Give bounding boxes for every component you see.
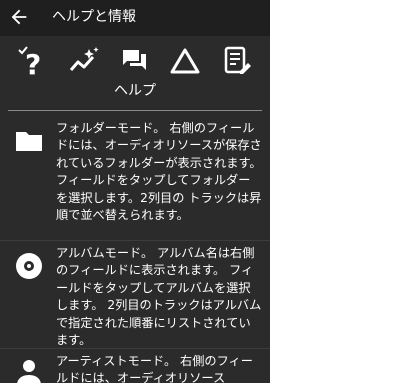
entry-text: アルバムモード。 アルバム名は右側のフィールドに表示されます。 フィールドをタッ… bbox=[56, 246, 262, 348]
manual-button[interactable] bbox=[220, 44, 254, 78]
help-toolbar: ? bbox=[0, 44, 270, 81]
app-bar: ヘルプと情報 bbox=[0, 0, 270, 36]
folder-icon bbox=[16, 132, 42, 151]
notes-icon bbox=[224, 46, 251, 74]
svg-text:?: ? bbox=[25, 48, 41, 78]
entry-text: フォルダーモード。 右側のフィールドには、オーディオリソースが保存されているフォ… bbox=[56, 121, 262, 223]
page-title: ヘルプと情報 bbox=[52, 9, 136, 25]
disc-icon-wrap bbox=[14, 251, 44, 281]
notice-button[interactable] bbox=[168, 44, 202, 78]
person-icon bbox=[17, 360, 41, 383]
arrow-left-icon bbox=[11, 9, 27, 25]
tab-underline bbox=[8, 110, 262, 111]
person-icon-wrap bbox=[14, 357, 44, 383]
help-question-icon: ? bbox=[18, 46, 41, 81]
section-label: ヘルプ bbox=[114, 83, 156, 99]
divider bbox=[0, 240, 270, 241]
triangle-icon bbox=[170, 48, 200, 74]
divider bbox=[0, 348, 270, 349]
feedback-button[interactable] bbox=[117, 44, 151, 78]
folder-icon-wrap bbox=[14, 126, 44, 156]
help-button[interactable]: ? bbox=[16, 44, 50, 81]
whats-new-button[interactable] bbox=[67, 44, 101, 78]
sparkle-trend-icon bbox=[69, 47, 99, 71]
chat-icon bbox=[123, 50, 146, 70]
back-button[interactable] bbox=[8, 6, 30, 28]
entry-text: アーティストモード。 右側のフィールドには、オーディオリソース bbox=[56, 354, 253, 383]
help-panel: ヘルプと情報 ? ヘルプ フォルダーモード。 右側のフィールドには、オーディオリ… bbox=[0, 0, 270, 383]
disc-icon bbox=[16, 253, 42, 279]
